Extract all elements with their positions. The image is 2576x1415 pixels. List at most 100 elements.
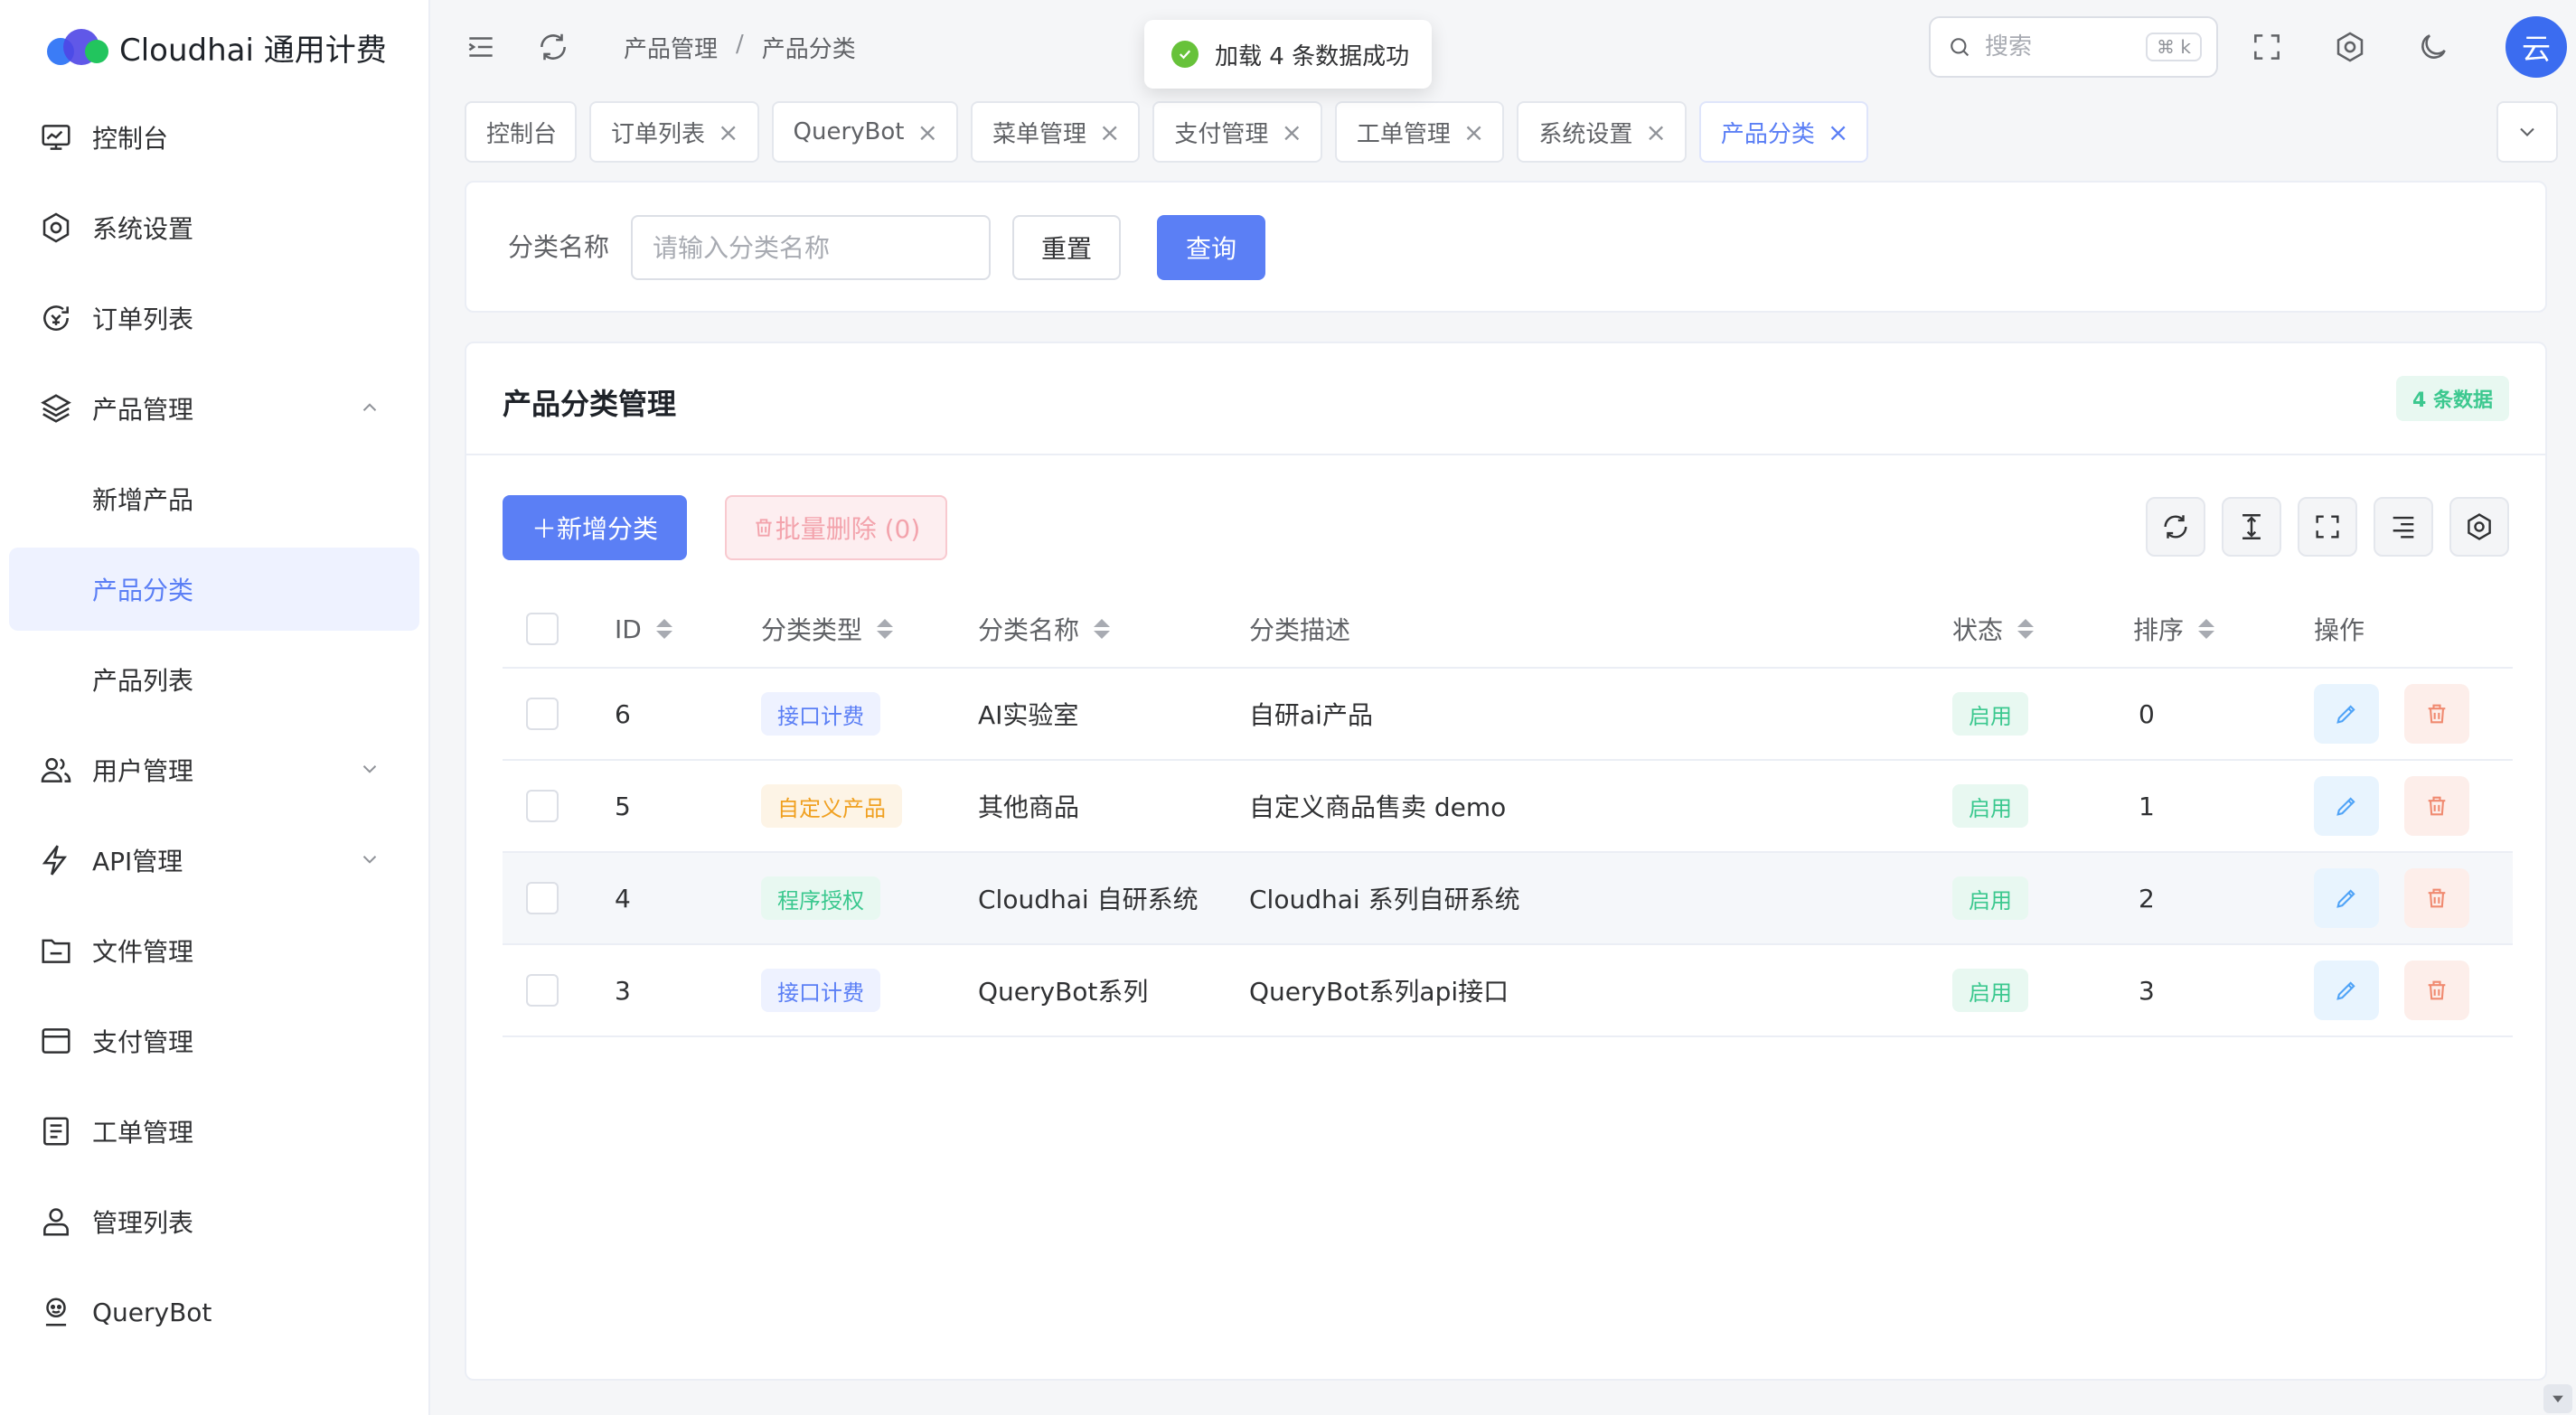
row-density-button[interactable] — [2222, 497, 2281, 557]
check-circle-icon — [1171, 41, 1199, 68]
table-row[interactable]: 3 接口计费 QueryBot系列 QueryBot系列api接口 启用 3 — [503, 945, 2513, 1037]
sidebar-item-label: 控制台 — [92, 124, 169, 154]
sidebar-item-add-product[interactable]: 新增产品 — [9, 457, 419, 540]
refresh-table-button[interactable] — [2146, 497, 2205, 557]
table-settings-button[interactable] — [2449, 497, 2509, 557]
menu-fold-icon[interactable] — [461, 27, 501, 67]
users-icon — [38, 752, 74, 788]
scroll-down-handle[interactable] — [2543, 1384, 2572, 1413]
sidebar-item-user-management[interactable]: 用户管理 — [9, 728, 419, 811]
column-settings-button[interactable] — [2374, 497, 2433, 557]
column-header-id[interactable]: ID — [615, 614, 672, 644]
category-type-tag: 程序授权 — [761, 876, 880, 920]
row-checkbox[interactable] — [526, 882, 559, 914]
settings-icon[interactable] — [2330, 27, 2370, 67]
refresh-icon[interactable] — [533, 27, 573, 67]
sidebar-item-payment-management[interactable]: 支付管理 — [9, 999, 419, 1082]
close-icon[interactable]: × — [1645, 117, 1666, 147]
table-row[interactable]: 6 接口计费 AI实验室 自研ai产品 启用 0 — [503, 669, 2513, 761]
sidebar-item-dashboard[interactable]: 控制台 — [9, 96, 419, 179]
row-checkbox[interactable] — [526, 698, 559, 730]
trash-icon — [2428, 888, 2446, 908]
close-icon[interactable]: × — [1828, 117, 1848, 147]
settings-icon — [38, 210, 74, 246]
category-type-tag: 接口计费 — [761, 692, 880, 736]
search-shortcut: ⌘ k — [2146, 33, 2202, 61]
close-icon[interactable]: × — [1463, 117, 1484, 147]
delete-button[interactable] — [2404, 961, 2469, 1020]
sort-icon — [1094, 619, 1111, 639]
column-header-label: 操作 — [2314, 615, 2365, 645]
sidebar-item-label: 订单列表 — [92, 305, 194, 334]
sort-icon — [2198, 619, 2215, 639]
global-search[interactable]: ⌘ k — [1929, 16, 2218, 78]
tab-querybot[interactable]: QueryBot × — [771, 101, 958, 163]
column-header-status[interactable]: 状态 — [1952, 611, 2035, 647]
tab-more-button[interactable] — [2496, 101, 2558, 163]
category-name-input[interactable] — [631, 215, 991, 280]
tab-dashboard[interactable]: 控制台 — [465, 101, 578, 163]
app-logo[interactable]: Cloudhai 通用计费 — [0, 0, 428, 94]
top-header: 产品管理 / 产品分类 ⌘ k 云 — [430, 0, 2576, 94]
table-row[interactable]: 5 自定义产品 其他商品 自定义商品售卖 demo 启用 1 — [503, 761, 2513, 853]
close-icon[interactable]: × — [917, 117, 937, 147]
tab-payment-management[interactable]: 支付管理 × — [1152, 101, 1322, 163]
edit-button[interactable] — [2314, 684, 2379, 744]
sidebar-item-product-management[interactable]: 产品管理 — [9, 367, 419, 450]
delete-button[interactable] — [2404, 684, 2469, 744]
close-icon[interactable]: × — [1099, 117, 1120, 147]
sidebar-item-ticket-management[interactable]: 工单管理 — [9, 1090, 419, 1173]
sidebar-item-api-management[interactable]: API管理 — [9, 819, 419, 902]
fullscreen-icon[interactable] — [2247, 27, 2287, 67]
sidebar-item-product-category[interactable]: 产品分类 — [9, 548, 419, 631]
cell-name: Cloudhai 自研系统 — [978, 885, 1199, 914]
sidebar-item-product-list[interactable]: 产品列表 — [9, 638, 419, 721]
add-category-button[interactable]: ＋新增分类 — [503, 495, 687, 560]
sidebar-item-querybot[interactable]: QueryBot — [9, 1270, 419, 1354]
sidebar-item-settings[interactable]: 系统设置 — [9, 186, 419, 269]
breadcrumb-item[interactable]: 产品管理 — [624, 31, 718, 64]
payment-icon — [38, 1023, 74, 1059]
row-checkbox[interactable] — [526, 974, 559, 1007]
fullscreen-icon — [2316, 515, 2339, 539]
edit-button[interactable] — [2314, 776, 2379, 836]
select-all-checkbox[interactable] — [526, 613, 559, 645]
query-button[interactable]: 查询 — [1157, 215, 1265, 280]
table-row[interactable]: 4 程序授权 Cloudhai 自研系统 Cloudhai 系列自研系统 启用 … — [503, 853, 2513, 945]
table-fullscreen-button[interactable] — [2298, 497, 2357, 557]
sidebar-item-admin-list[interactable]: 管理列表 — [9, 1180, 419, 1263]
column-height-icon — [2242, 514, 2261, 539]
edit-button[interactable] — [2314, 961, 2379, 1020]
caret-down-icon — [2552, 1395, 2563, 1403]
batch-delete-button[interactable]: 批量删除 (0) — [725, 495, 947, 560]
tab-ticket-management[interactable]: 工单管理 × — [1334, 101, 1505, 163]
delete-button[interactable] — [2404, 868, 2469, 928]
settings-icon — [2468, 513, 2491, 540]
edit-icon — [2336, 797, 2355, 816]
tab-menu-management[interactable]: 菜单管理 × — [970, 101, 1141, 163]
reset-button[interactable]: 重置 — [1012, 215, 1121, 280]
close-icon[interactable]: × — [1281, 117, 1302, 147]
cell-name: 其他商品 — [978, 792, 1080, 822]
tab-system-settings[interactable]: 系统设置 × — [1517, 101, 1687, 163]
edit-button[interactable] — [2314, 868, 2379, 928]
column-header-name[interactable]: 分类名称 — [978, 611, 1111, 647]
column-header-type[interactable]: 分类类型 — [761, 611, 894, 647]
sidebar-item-file-management[interactable]: 文件管理 — [9, 909, 419, 992]
sidebar-item-label: 产品管理 — [92, 395, 194, 425]
edit-icon — [2336, 889, 2355, 908]
delete-button[interactable] — [2404, 776, 2469, 836]
tab-product-category[interactable]: 产品分类 × — [1698, 101, 1869, 163]
cell-name: AI实验室 — [978, 700, 1079, 730]
theme-moon-icon[interactable] — [2413, 27, 2453, 67]
search-input[interactable] — [1985, 33, 2111, 61]
cell-description: 自定义商品售卖 demo — [1249, 792, 1507, 822]
cell-id: 3 — [615, 975, 631, 1006]
user-avatar[interactable]: 云 — [2505, 16, 2567, 78]
sidebar-item-orders[interactable]: 订单列表 — [9, 276, 419, 360]
row-checkbox[interactable] — [526, 790, 559, 822]
close-icon[interactable]: × — [718, 117, 738, 147]
tab-order-list[interactable]: 订单列表 × — [589, 101, 759, 163]
breadcrumb-item: 产品分类 — [761, 36, 856, 63]
column-header-sort[interactable]: 排序 — [2133, 611, 2215, 647]
